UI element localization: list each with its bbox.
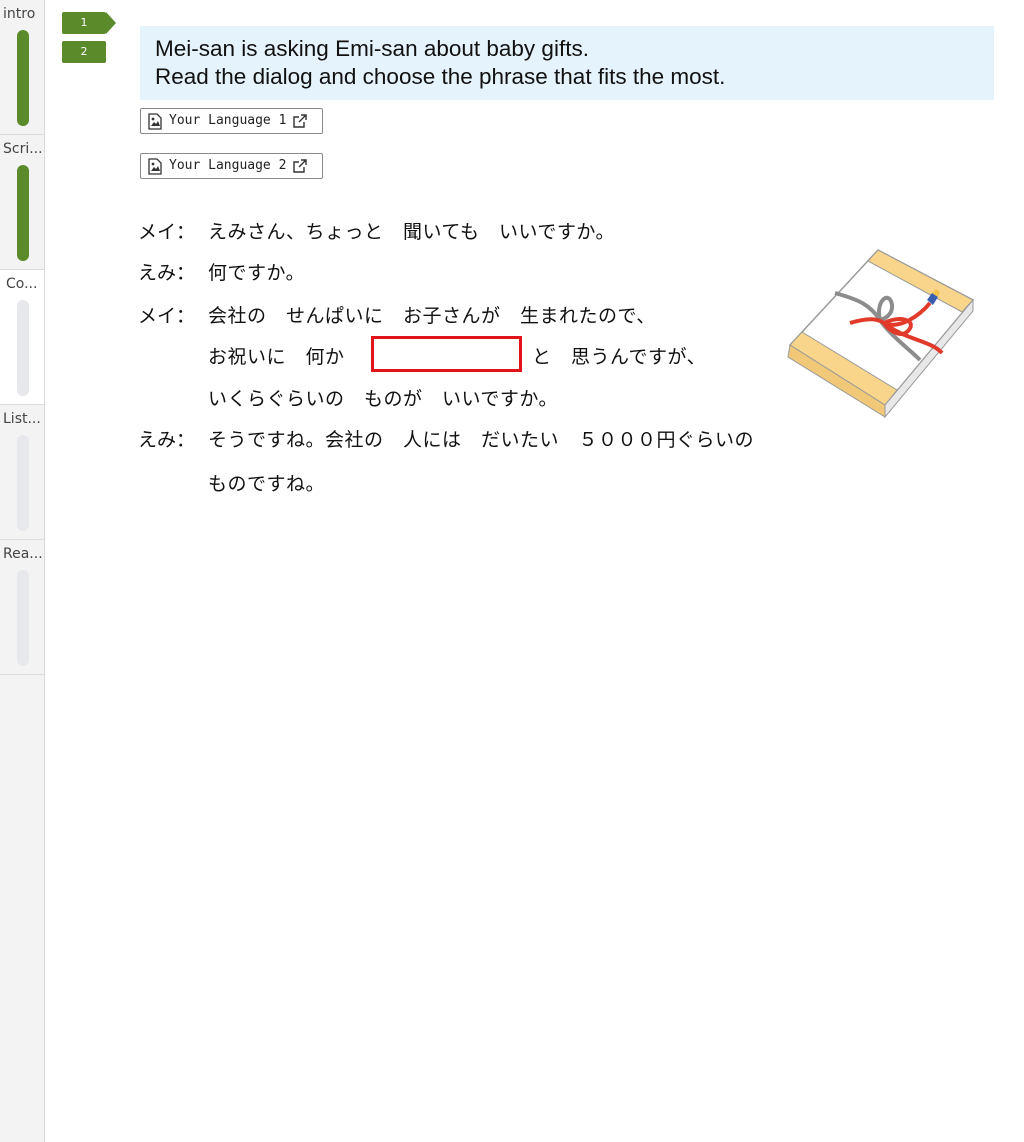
- dialog-line: そうですね。会社の 人には だいたい ５０００円ぐらいの: [208, 429, 755, 451]
- speaker-emi: えみ：: [138, 262, 196, 284]
- external-link-icon: [292, 113, 308, 129]
- progress-track: [17, 300, 29, 396]
- sidebar-section-intro[interactable]: intro: [0, 0, 44, 135]
- instruction-line-2: Read the dialog and choose the phrase th…: [155, 64, 726, 89]
- external-link-icon: [292, 158, 308, 174]
- dialog-line: 会社の せんぱいに お子さんが 生まれたので、: [208, 305, 656, 327]
- sidebar-section-conversation[interactable]: Co...: [0, 270, 44, 405]
- step-1-button[interactable]: 1: [62, 12, 106, 34]
- language-button-label: Your Language 1: [169, 113, 287, 128]
- answer-blank-box[interactable]: [371, 336, 522, 372]
- progress-fill: [17, 30, 29, 126]
- gift-box-illustration: [780, 245, 980, 429]
- progress-track: [17, 165, 29, 261]
- instruction-box: Mei-san is asking Emi-san about baby gif…: [140, 26, 994, 100]
- sidebar-section-reading[interactable]: Rea...: [0, 540, 44, 675]
- your-language-2-button[interactable]: Your Language 2: [140, 153, 323, 179]
- dialog-line: と 思うんですが、: [532, 346, 707, 368]
- sidebar-section-label: Co...: [6, 276, 38, 292]
- dialog-line: えみさん、ちょっと 聞いても いいですか。: [208, 221, 616, 243]
- sidebar-section-label: Rea...: [3, 546, 43, 562]
- dialog-line: ものですね。: [208, 473, 326, 495]
- instruction-line-1: Mei-san is asking Emi-san about baby gif…: [155, 36, 589, 61]
- sidebar-section-label: intro: [3, 6, 36, 22]
- language-button-label: Your Language 2: [169, 158, 287, 173]
- progress-fill: [17, 165, 29, 261]
- sidebar-section-listening[interactable]: List...: [0, 405, 44, 540]
- your-language-1-button[interactable]: Your Language 1: [140, 108, 323, 134]
- speaker-mei: メイ：: [138, 305, 196, 327]
- sidebar-section-label: Scri...: [3, 141, 43, 157]
- speaker-emi: えみ：: [138, 429, 196, 451]
- sidebar-section-label: List...: [3, 411, 41, 427]
- image-icon: [147, 112, 163, 130]
- dialog-line: お祝いに 何か: [208, 346, 345, 368]
- dialog-line: いくらぐらいの ものが いいですか。: [208, 388, 559, 410]
- progress-track: [17, 30, 29, 126]
- speaker-mei: メイ：: [138, 221, 196, 243]
- progress-track: [17, 435, 29, 531]
- step-2-button[interactable]: 2: [62, 41, 106, 63]
- sidebar: intro Scri... Co... List... Rea...: [0, 0, 45, 1142]
- sidebar-section-script[interactable]: Scri...: [0, 135, 44, 270]
- current-step-arrow-icon: [106, 12, 116, 34]
- dialog-line: 何ですか。: [208, 262, 306, 284]
- image-icon: [147, 157, 163, 175]
- progress-track: [17, 570, 29, 666]
